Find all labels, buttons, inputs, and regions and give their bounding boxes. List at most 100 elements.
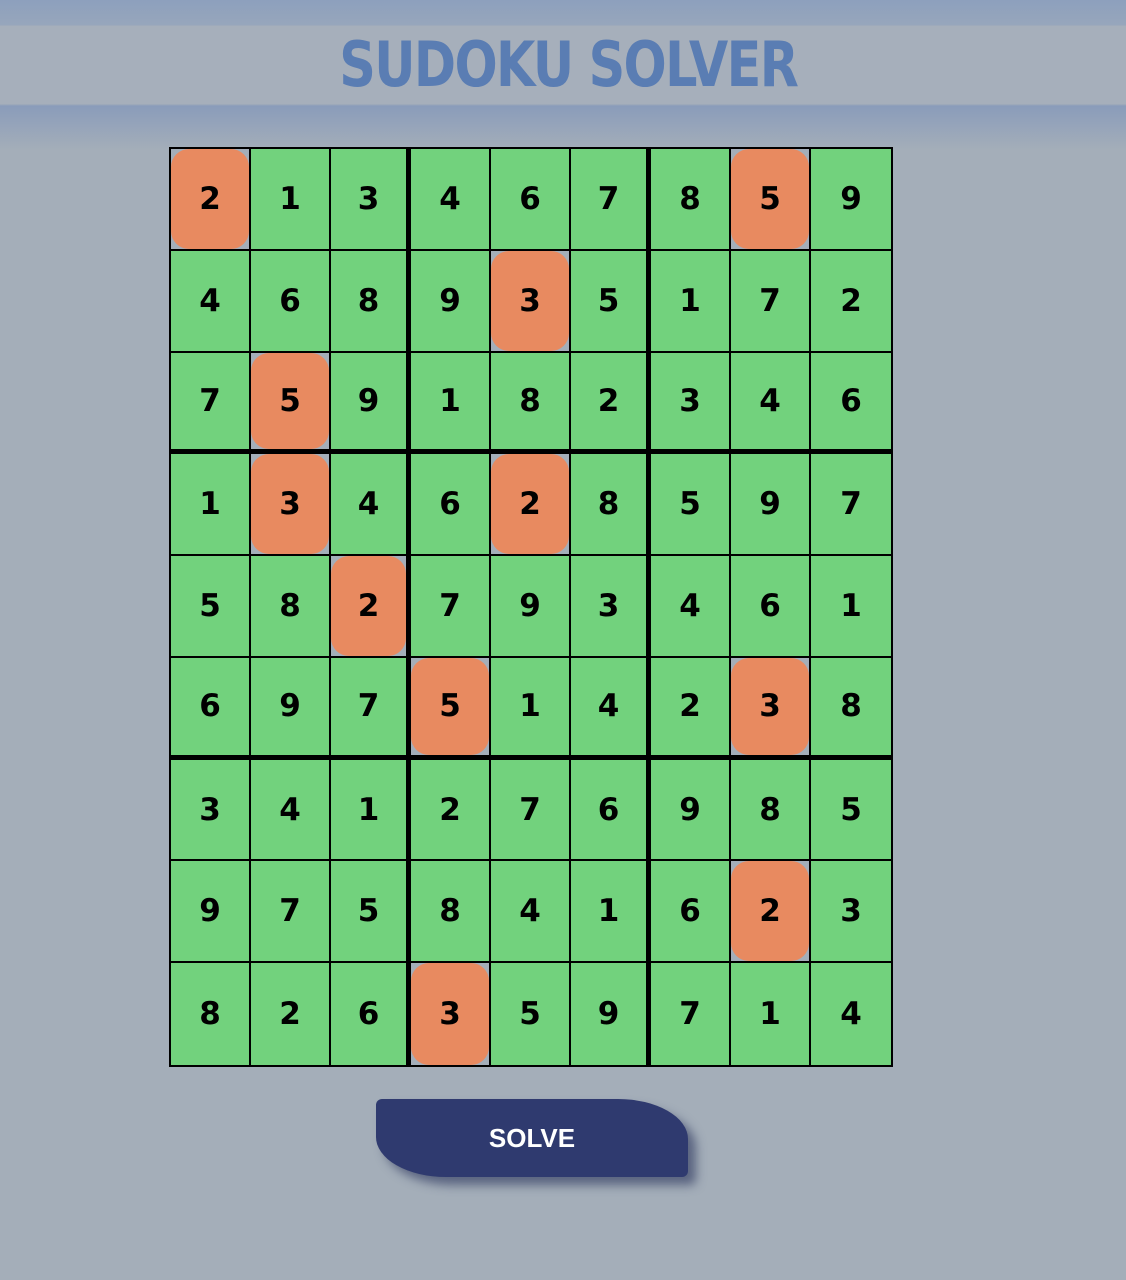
cell-value: 7: [411, 556, 489, 656]
cell-value: 1: [411, 352, 489, 450]
cell-value: 4: [331, 454, 406, 555]
sudoku-cell[interactable]: 7: [491, 759, 571, 862]
sudoku-cell[interactable]: 4: [251, 759, 331, 862]
sudoku-cell[interactable]: 5: [171, 556, 251, 658]
sudoku-cell-given[interactable]: 3: [731, 657, 811, 760]
sudoku-cell[interactable]: 7: [811, 454, 891, 557]
sudoku-cell[interactable]: 1: [651, 250, 731, 353]
sudoku-cell[interactable]: 2: [811, 250, 891, 353]
sudoku-cell[interactable]: 8: [731, 759, 811, 862]
sudoku-cell[interactable]: 1: [491, 657, 571, 760]
sudoku-cell[interactable]: 1: [171, 454, 251, 557]
sudoku-cell[interactable]: 1: [571, 861, 651, 964]
sudoku-cell[interactable]: 4: [811, 963, 891, 1065]
sudoku-cell[interactable]: 8: [171, 963, 251, 1065]
sudoku-cell[interactable]: 7: [571, 149, 651, 251]
header-bar: SUDOKU SOLVER: [0, 26, 1126, 104]
sudoku-cell[interactable]: 9: [251, 657, 331, 760]
sudoku-cell[interactable]: 9: [731, 454, 811, 557]
cell-value: 2: [411, 759, 489, 860]
sudoku-cell[interactable]: 6: [571, 759, 651, 862]
sudoku-cell-given[interactable]: 2: [331, 556, 411, 658]
sudoku-cell[interactable]: 3: [811, 861, 891, 964]
sudoku-cell-given[interactable]: 3: [251, 454, 331, 557]
sudoku-cell[interactable]: 4: [651, 556, 731, 658]
cell-value: 7: [491, 759, 569, 860]
cell-value: 6: [331, 963, 406, 1065]
sudoku-cell-given[interactable]: 5: [731, 149, 811, 251]
sudoku-cell[interactable]: 7: [651, 963, 731, 1065]
cell-value: 2: [651, 657, 729, 755]
sudoku-cell[interactable]: 4: [331, 454, 411, 557]
sudoku-cell[interactable]: 3: [331, 149, 411, 251]
cell-value: 7: [251, 861, 329, 962]
sudoku-cell[interactable]: 8: [411, 861, 491, 964]
sudoku-cell[interactable]: 1: [251, 149, 331, 251]
sudoku-cell[interactable]: 5: [811, 759, 891, 862]
sudoku-cell-given[interactable]: 5: [251, 352, 331, 455]
cell-value: 4: [251, 759, 329, 860]
sudoku-cell[interactable]: 2: [251, 963, 331, 1065]
sudoku-cell[interactable]: 6: [331, 963, 411, 1065]
sudoku-cell[interactable]: 2: [651, 657, 731, 760]
cell-value: 9: [491, 556, 569, 656]
sudoku-cell[interactable]: 6: [811, 352, 891, 455]
sudoku-cell[interactable]: 4: [171, 250, 251, 353]
sudoku-cell[interactable]: 9: [171, 861, 251, 964]
sudoku-cell[interactable]: 3: [571, 556, 651, 658]
sudoku-cell[interactable]: 8: [811, 657, 891, 760]
sudoku-cell[interactable]: 5: [331, 861, 411, 964]
sudoku-cell[interactable]: 2: [571, 352, 651, 455]
sudoku-cell[interactable]: 7: [251, 861, 331, 964]
sudoku-cell-given[interactable]: 2: [491, 454, 571, 557]
sudoku-cell-given[interactable]: 5: [411, 657, 491, 760]
sudoku-cell[interactable]: 5: [651, 454, 731, 557]
sudoku-cell[interactable]: 3: [171, 759, 251, 862]
sudoku-cell-given[interactable]: 3: [411, 963, 491, 1065]
cell-value: 6: [731, 556, 809, 656]
sudoku-cell[interactable]: 1: [411, 352, 491, 455]
sudoku-cell[interactable]: 6: [171, 657, 251, 760]
sudoku-cell[interactable]: 9: [411, 250, 491, 353]
cell-value: 2: [491, 454, 569, 555]
sudoku-cell[interactable]: 3: [651, 352, 731, 455]
sudoku-cell[interactable]: 8: [491, 352, 571, 455]
sudoku-cell[interactable]: 2: [411, 759, 491, 862]
cell-value: 2: [251, 963, 329, 1065]
sudoku-cell[interactable]: 4: [731, 352, 811, 455]
cell-value: 3: [411, 963, 489, 1065]
sudoku-cell[interactable]: 6: [491, 149, 571, 251]
sudoku-cell-given[interactable]: 2: [171, 149, 251, 251]
cell-value: 3: [171, 759, 249, 860]
sudoku-cell-given[interactable]: 2: [731, 861, 811, 964]
sudoku-cell[interactable]: 9: [491, 556, 571, 658]
sudoku-cell[interactable]: 6: [651, 861, 731, 964]
sudoku-cell[interactable]: 1: [331, 759, 411, 862]
sudoku-cell[interactable]: 5: [491, 963, 571, 1065]
sudoku-cell[interactable]: 8: [651, 149, 731, 251]
sudoku-cell[interactable]: 4: [491, 861, 571, 964]
sudoku-cell[interactable]: 9: [331, 352, 411, 455]
sudoku-cell[interactable]: 9: [571, 963, 651, 1065]
sudoku-cell[interactable]: 8: [251, 556, 331, 658]
sudoku-cell[interactable]: 8: [331, 250, 411, 353]
cell-value: 6: [171, 657, 249, 755]
sudoku-cell[interactable]: 9: [811, 149, 891, 251]
sudoku-cell[interactable]: 1: [731, 963, 811, 1065]
sudoku-cell[interactable]: 7: [171, 352, 251, 455]
sudoku-cell[interactable]: 6: [251, 250, 331, 353]
sudoku-cell[interactable]: 5: [571, 250, 651, 353]
sudoku-cell[interactable]: 7: [411, 556, 491, 658]
solve-button[interactable]: SOLVE: [376, 1099, 688, 1177]
sudoku-cell[interactable]: 9: [651, 759, 731, 862]
sudoku-cell[interactable]: 4: [411, 149, 491, 251]
sudoku-cell[interactable]: 7: [731, 250, 811, 353]
sudoku-cell[interactable]: 6: [411, 454, 491, 557]
sudoku-cell[interactable]: 6: [731, 556, 811, 658]
sudoku-cell[interactable]: 1: [811, 556, 891, 658]
sudoku-cell[interactable]: 8: [571, 454, 651, 557]
sudoku-cell[interactable]: 7: [331, 657, 411, 760]
sudoku-cell[interactable]: 4: [571, 657, 651, 760]
cell-value: 8: [491, 352, 569, 450]
sudoku-cell-given[interactable]: 3: [491, 250, 571, 353]
